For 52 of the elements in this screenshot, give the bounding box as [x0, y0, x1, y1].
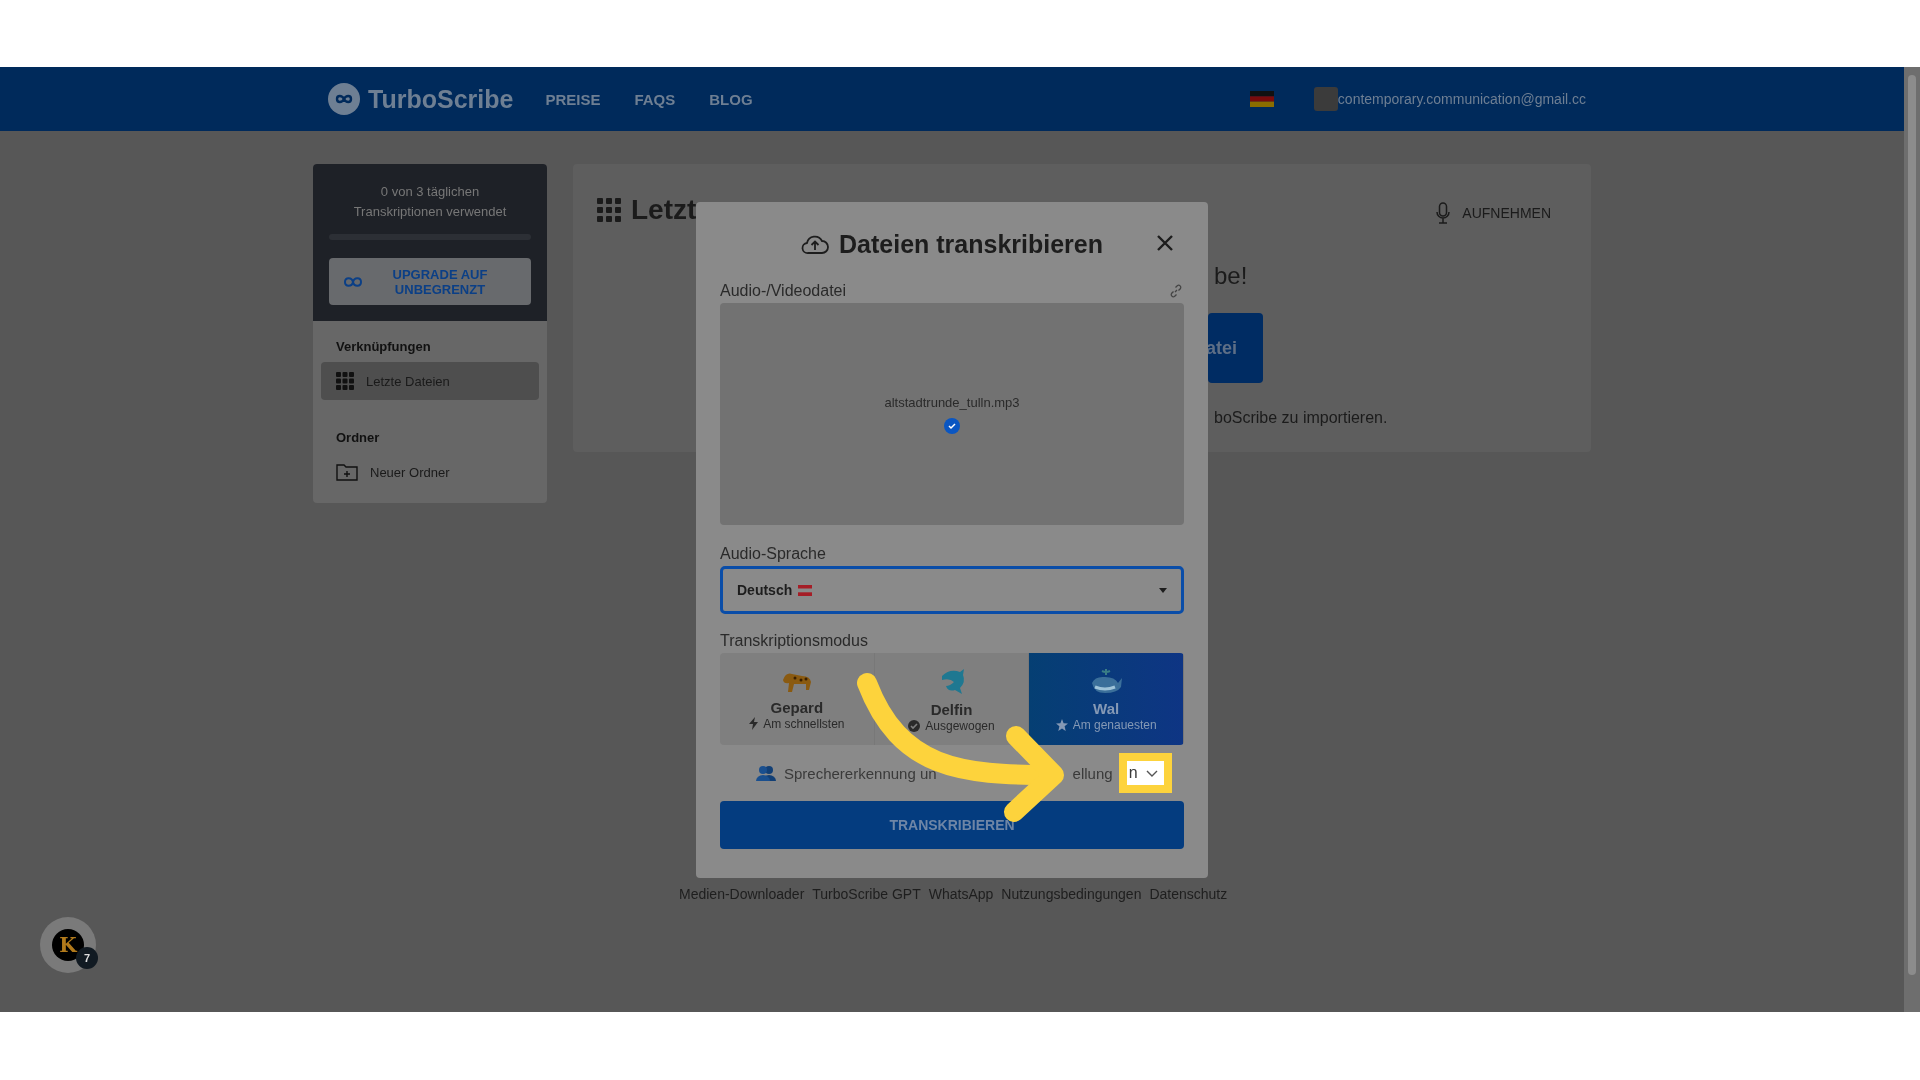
import-hint: boScribe zu importieren.: [1214, 409, 1388, 427]
speaker-option-text: Sprechererkennung un: [784, 764, 937, 782]
usage-text: 0 von 3 täglichen Transkriptionen verwendet: [352, 183, 508, 221]
field-label: Audio-Sprache: [720, 545, 827, 562]
austrian-flag-icon: [798, 584, 813, 596]
cloud-upload-icon: [801, 233, 829, 255]
check-circle-icon: [908, 719, 921, 732]
dialog-title: Dateien transkribieren: [839, 229, 1103, 259]
page-title: Letzt: [631, 194, 697, 226]
german-flag-icon[interactable]: [1249, 91, 1274, 107]
account-email[interactable]: contemporary.communication@gmail.cc: [1337, 91, 1586, 107]
footer-link[interactable]: TurboScribe GPT: [812, 886, 921, 902]
bolt-icon: [749, 717, 759, 730]
sidebar-item[interactable]: Neuer Ordner: [321, 453, 539, 491]
scrollbar-thumb[interactable]: [1908, 75, 1916, 975]
transcribe-button[interactable]: TRANSKRIBIEREN: [720, 801, 1184, 849]
footer-link[interactable]: Medien-Downloader: [679, 886, 805, 902]
footer-link[interactable]: Datenschutz: [1149, 886, 1228, 902]
mode-option[interactable]: Gepard Am schnellsten: [720, 653, 875, 745]
star-icon: [1055, 718, 1068, 731]
chat-logo: K: [52, 929, 84, 961]
mode-option[interactable]: Wal Am genauesten: [1029, 653, 1184, 745]
speaker-option-text: ellung: [1072, 764, 1113, 782]
upgrade-button[interactable]: UPGRADE AUF UNBEGRENZT: [329, 258, 531, 305]
infinity-icon: [343, 275, 363, 288]
grid-icon: [597, 198, 621, 222]
folder-plus-icon: [336, 463, 358, 481]
language-select[interactable]: Deutsch: [720, 566, 1184, 614]
people-icon: [756, 765, 776, 781]
section-heading: Ordner: [335, 430, 381, 447]
link-icon[interactable]: [1168, 283, 1184, 299]
record-button[interactable]: AUFNEHMEN: [1436, 202, 1551, 224]
file-drop-area[interactable]: altstadtrunde_tulln.mp3: [720, 303, 1184, 525]
upload-button[interactable]: atei: [1208, 313, 1263, 383]
field-label: Audio-/Videodatei: [720, 282, 847, 300]
nav-link[interactable]: BLOG: [709, 90, 753, 108]
footer-link[interactable]: Nutzungsbedingungen: [1001, 886, 1142, 902]
infinity-logo-icon: [328, 83, 360, 115]
field-label: Transkriptionsmodus: [720, 632, 869, 649]
chevron-down-icon[interactable]: [1145, 769, 1158, 777]
welcome-heading: be!: [1214, 262, 1248, 290]
brand-name: TurboScribe: [368, 84, 514, 114]
nav-link[interactable]: PREISE: [545, 90, 601, 108]
microphone-icon: [1436, 202, 1451, 224]
grid-icon: [336, 372, 354, 390]
caret-icon: [1159, 587, 1167, 593]
file-name: altstadtrunde_tulln.mp3: [884, 394, 1020, 410]
check-circle-icon: [944, 417, 960, 434]
section-heading: Verknüpfungen: [335, 339, 432, 356]
speaker-option-text: n: [1128, 764, 1138, 782]
footer-link[interactable]: WhatsApp: [928, 886, 994, 902]
nav-link[interactable]: FAQS: [634, 90, 676, 108]
